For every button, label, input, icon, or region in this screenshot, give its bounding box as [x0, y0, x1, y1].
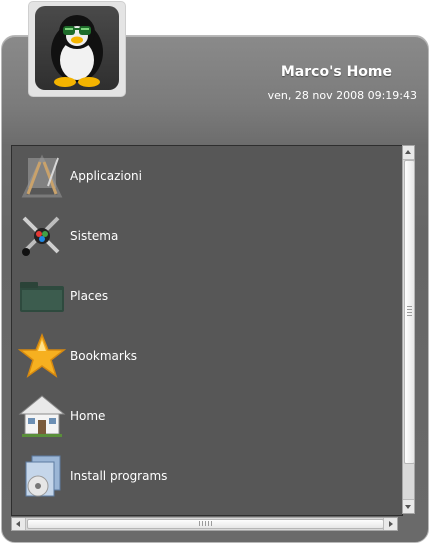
places-folder-icon: [18, 272, 66, 320]
page-title: Marco's Home: [280, 64, 392, 80]
arrow-up-icon: [405, 150, 411, 154]
arrow-left-icon: [16, 521, 20, 527]
menu-item-label: Bookmarks: [70, 349, 138, 363]
system-tools-icon: [18, 212, 66, 260]
menu-item-label: Sistema: [70, 229, 119, 243]
horizontal-scrollbar[interactable]: [11, 517, 398, 531]
menu-item-label: Install programs: [70, 469, 168, 483]
vertical-scrollbar[interactable]: [402, 145, 415, 514]
scroll-down-button[interactable]: [403, 499, 414, 513]
arrow-down-icon: [405, 505, 411, 509]
install-package-icon: [18, 452, 66, 500]
scroll-left-button[interactable]: [12, 518, 26, 530]
menu-item-sistema[interactable]: Sistema: [12, 206, 402, 262]
menu-item-label: Applicazioni: [70, 169, 142, 183]
menu-item-home[interactable]: Home: [12, 386, 402, 442]
grip-icon: [407, 306, 412, 318]
menu-item-label: Places: [70, 289, 109, 303]
arrow-right-icon: [389, 521, 393, 527]
applications-icon: [18, 152, 66, 200]
menu-item-applicazioni[interactable]: Applicazioni: [12, 146, 402, 202]
scroll-up-button[interactable]: [403, 146, 414, 160]
scroll-right-button[interactable]: [383, 518, 397, 530]
tux-penguin-sunglasses-icon[interactable]: [35, 6, 119, 90]
star-icon: [17, 332, 67, 380]
grip-icon: [199, 521, 213, 526]
avatar-frame: [29, 2, 125, 96]
menu-list: Applicazioni Sistema Places Bookmarks Ho…: [11, 145, 403, 516]
menu-item-label: Home: [70, 409, 106, 423]
menu-item-places[interactable]: Places: [12, 266, 402, 322]
house-icon: [18, 392, 66, 440]
datetime-label: ven, 28 nov 2008 09:19:43: [267, 89, 417, 102]
menu-item-install-programs[interactable]: Install programs: [12, 446, 402, 502]
horizontal-scroll-thumb[interactable]: [27, 519, 384, 529]
vertical-scroll-thumb[interactable]: [404, 160, 415, 464]
menu-item-bookmarks[interactable]: Bookmarks: [12, 326, 402, 382]
